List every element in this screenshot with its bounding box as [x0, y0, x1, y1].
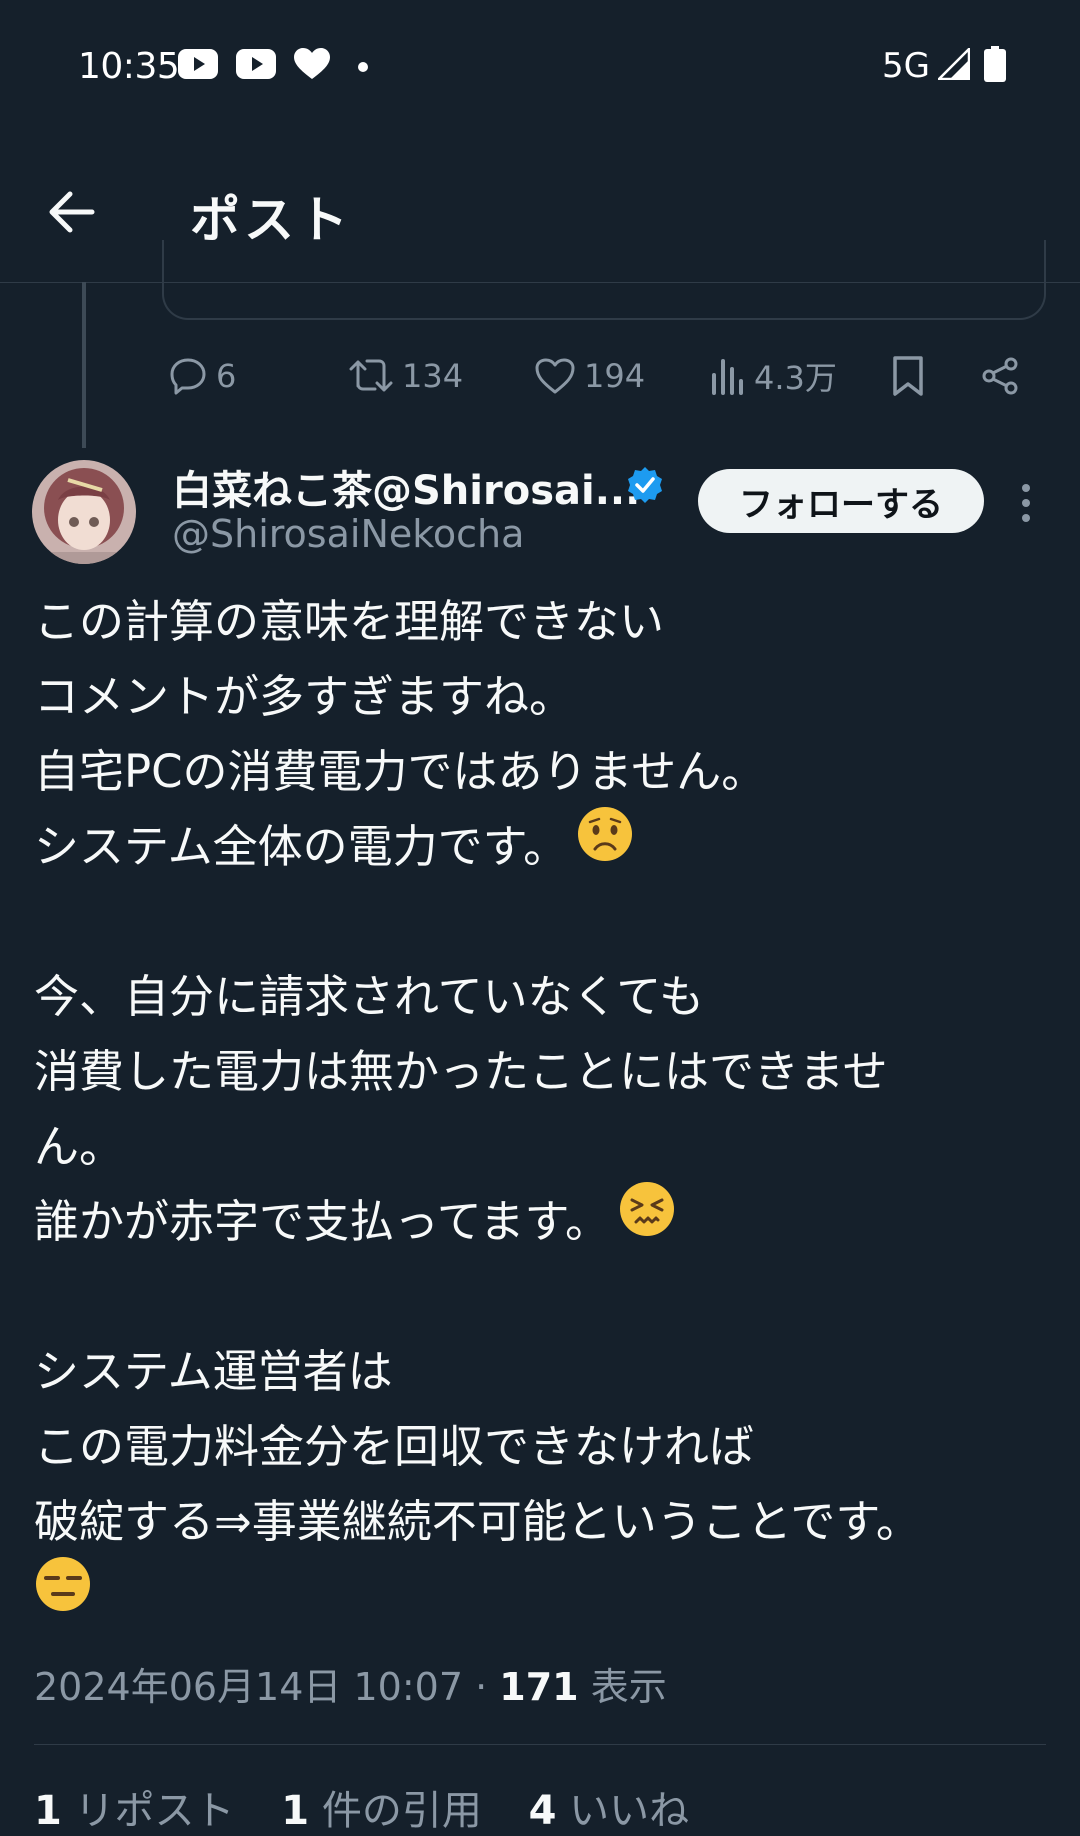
divider	[34, 1744, 1046, 1745]
worried-face-emoji-icon	[576, 805, 634, 885]
bookmark-icon	[893, 356, 923, 396]
arrow-left-icon	[49, 191, 95, 233]
youtube-icon	[178, 49, 218, 83]
post-meta: 2024年06月14日 10:07 · 171 表示	[34, 1656, 667, 1711]
expressionless-face-emoji-icon	[34, 1555, 92, 1635]
engagement-stats: 1 リポスト 1 件の引用 4 いいね	[34, 1778, 723, 1836]
status-bar: 10:35 5G	[0, 0, 1080, 140]
thread-connector-line	[82, 282, 86, 448]
follow-button[interactable]: フォローする	[698, 469, 984, 533]
view-count: 171	[499, 1665, 579, 1709]
share-button[interactable]	[980, 350, 1028, 402]
repost-count: 134	[402, 357, 464, 395]
reposts-stat[interactable]: 1 リポスト	[34, 1788, 235, 1834]
verified-badge-icon	[626, 466, 664, 508]
user-handle[interactable]: @ShirosaiNekocha	[172, 512, 524, 556]
post-text-segment: 誰かが赤字で支払ってます。	[34, 1195, 611, 1248]
post-text-line: 今、自分に請求されていなくても	[34, 970, 705, 1023]
post-text-line-emoji	[34, 1557, 1054, 1634]
back-button[interactable]	[44, 184, 100, 240]
battery-icon	[984, 46, 1006, 86]
quotes-count: 1	[281, 1788, 310, 1834]
persevering-face-emoji-icon	[618, 1180, 676, 1260]
display-name[interactable]: 白菜ねこ茶@Shirosai...	[172, 458, 640, 516]
views-count: 4.3万	[754, 359, 837, 397]
post-text-line: システム運営者は	[34, 1345, 393, 1398]
youtube-icon	[236, 49, 276, 83]
analytics-icon	[712, 359, 743, 395]
quoted-post-card[interactable]	[162, 240, 1046, 320]
post-text-line: ん。	[34, 1120, 125, 1173]
bookmark-button[interactable]	[892, 350, 932, 402]
signal-icon	[935, 45, 971, 84]
quotes-label: 件の引用	[321, 1788, 482, 1834]
more-options-button[interactable]	[1014, 480, 1038, 526]
post-text-line: 消費した電力は無かったことにはできませ	[34, 1045, 888, 1098]
likes-stat[interactable]: 4 いいね	[529, 1788, 690, 1834]
status-time: 10:35	[78, 46, 180, 87]
post-text-line: 自宅PCの消費電力ではありません。	[34, 745, 767, 798]
reply-icon	[170, 358, 206, 395]
post-text: この計算の意味を理解できない コメントが多すぎますね。 自宅PCの消費電力ではあ…	[34, 584, 1054, 1634]
avatar[interactable]	[32, 460, 136, 564]
like-count: 194	[584, 357, 646, 395]
parent-post-action-bar: 6 134 194 4.3万	[168, 350, 1028, 402]
post-text-segment: システム全体の電力です。	[34, 820, 569, 873]
dot-icon	[358, 57, 368, 76]
share-icon	[982, 357, 1018, 395]
likes-label: いいね	[569, 1788, 690, 1834]
repost-button[interactable]: 134	[348, 350, 463, 402]
heart-outline-icon	[535, 358, 575, 394]
post-text-line: 破綻する⇒事業継続不可能ということです。	[34, 1495, 921, 1548]
quotes-stat[interactable]: 1 件の引用	[281, 1788, 482, 1834]
more-vertical-icon	[1022, 484, 1030, 522]
reposts-label: リポスト	[74, 1788, 235, 1834]
reposts-count: 1	[34, 1788, 62, 1834]
reply-count: 6	[216, 357, 237, 395]
likes-count: 4	[528, 1788, 557, 1834]
heart-icon	[294, 48, 330, 84]
post-text-line: この電力料金分を回収できなければ	[34, 1420, 755, 1473]
post-text-line-with-emoji: 誰かが赤字で支払ってます。	[34, 1182, 1054, 1259]
network-label: 5G	[882, 46, 930, 86]
like-button[interactable]: 194	[534, 350, 645, 402]
post-text-line: コメントが多すぎますね。	[34, 670, 575, 723]
post-text-line-with-emoji: システム全体の電力です。	[34, 807, 1054, 884]
meta-separator: ·	[475, 1665, 488, 1709]
post-text-line: この計算の意味を理解できない	[34, 595, 665, 648]
status-notification-icons	[178, 48, 386, 84]
views-button[interactable]: 4.3万	[710, 350, 837, 402]
repost-icon	[349, 359, 393, 392]
status-system-icons: 5G	[882, 45, 1006, 86]
view-label: 表示	[590, 1665, 667, 1709]
reply-button[interactable]: 6	[168, 350, 236, 402]
post-timestamp[interactable]: 2024年06月14日 10:07	[34, 1665, 463, 1709]
